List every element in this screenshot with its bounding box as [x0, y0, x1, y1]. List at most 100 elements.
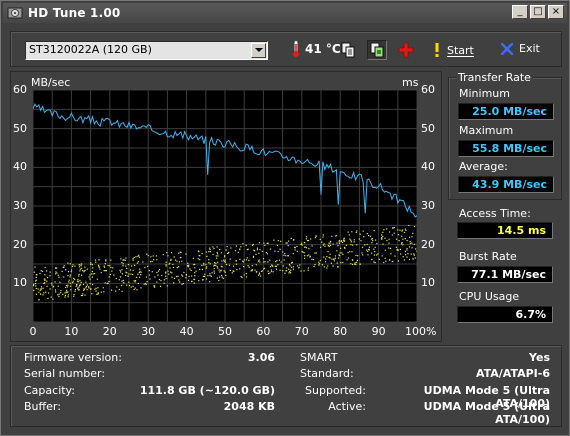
access-time-point — [308, 254, 310, 256]
access-time-point — [344, 247, 346, 249]
access-time-point — [355, 261, 358, 263]
access-time-point — [359, 233, 361, 235]
access-time-point — [160, 280, 162, 282]
access-time-point — [89, 283, 91, 285]
start-button[interactable]: Start — [433, 42, 474, 58]
access-time-point — [111, 270, 113, 272]
access-time-point — [224, 271, 226, 273]
copy-icon[interactable] — [338, 40, 358, 60]
access-time-point — [350, 241, 352, 243]
access-time-point — [89, 274, 91, 276]
access-time-point — [225, 263, 228, 266]
access-time-value: 14.5 ms — [457, 222, 553, 239]
access-time-point — [90, 288, 92, 290]
access-time-point — [223, 259, 225, 261]
access-time-point — [382, 243, 384, 245]
copy-screenshot-icon[interactable] — [367, 40, 387, 60]
access-time-point — [171, 272, 173, 274]
access-time-point — [330, 240, 332, 242]
access-time-point — [408, 258, 411, 261]
access-time-point — [329, 253, 331, 255]
title-bar[interactable]: HD Tune 1.00 _ □ × — [3, 3, 567, 23]
access-time-point — [398, 240, 400, 242]
access-time-point — [220, 252, 223, 254]
access-time-point — [33, 283, 35, 285]
access-time-point — [258, 242, 261, 244]
access-time-point — [266, 242, 268, 244]
cpu-usage-value: 6.7% — [457, 306, 553, 323]
access-time-point — [76, 283, 78, 286]
access-time-point — [239, 248, 241, 250]
drive-select[interactable]: ST3120022A (120 GB) — [25, 41, 268, 60]
access-time-point — [377, 253, 379, 255]
access-time-point — [83, 288, 85, 290]
access-time-point — [258, 274, 260, 276]
access-time-point — [94, 288, 96, 290]
access-time-point — [165, 272, 167, 274]
access-time-point — [204, 273, 206, 275]
access-time-point — [78, 266, 81, 268]
access-time-point — [148, 274, 150, 276]
access-time-point — [272, 271, 274, 273]
access-time-point — [58, 295, 60, 298]
health-cross-icon[interactable] — [396, 40, 416, 60]
access-time-point — [251, 270, 253, 272]
access-time-point — [195, 270, 197, 272]
access-time-point — [347, 257, 350, 259]
access-time-point — [273, 239, 275, 241]
access-time-point — [146, 253, 148, 255]
standard-label: Standard: — [300, 367, 354, 380]
access-time-point — [81, 274, 83, 276]
access-time-point — [279, 248, 281, 250]
access-time-point — [123, 282, 125, 284]
access-time-point — [226, 246, 228, 248]
access-time-point — [337, 266, 339, 268]
access-time-point — [80, 281, 82, 284]
maximize-button[interactable]: □ — [530, 5, 546, 19]
access-time-label: Access Time: — [459, 207, 531, 220]
access-time-point — [202, 279, 204, 281]
access-time-point — [270, 270, 273, 273]
access-time-point — [221, 260, 223, 262]
access-time-point — [182, 275, 184, 277]
access-time-point — [162, 254, 164, 256]
access-time-point — [280, 261, 282, 263]
access-time-point — [258, 252, 260, 254]
access-time-point — [134, 281, 136, 283]
access-time-point — [245, 272, 247, 275]
close-button[interactable]: × — [548, 5, 564, 19]
access-time-point — [361, 246, 364, 248]
access-time-point — [374, 246, 376, 248]
access-time-point — [81, 267, 83, 269]
access-time-point — [70, 271, 72, 273]
access-time-point — [360, 240, 362, 242]
access-time-point — [289, 271, 291, 273]
access-time-point — [205, 267, 207, 269]
access-time-point — [67, 296, 69, 298]
access-time-point — [128, 281, 130, 283]
access-time-point — [72, 282, 74, 284]
access-time-point — [178, 261, 180, 263]
access-time-point — [73, 277, 75, 279]
access-time-point — [256, 247, 258, 249]
access-time-point — [406, 240, 408, 242]
access-time-point — [77, 288, 79, 290]
access-time-point — [206, 266, 208, 268]
access-time-point — [64, 292, 66, 294]
chevron-down-icon[interactable] — [251, 43, 266, 58]
exit-button[interactable]: Exit — [501, 42, 540, 55]
access-time-point — [284, 272, 286, 274]
access-time-point — [347, 231, 349, 233]
access-time-point — [54, 281, 56, 283]
access-time-point — [173, 256, 175, 258]
access-time-point — [345, 244, 347, 246]
minimize-button[interactable]: _ — [512, 5, 528, 19]
access-time-point — [352, 244, 354, 246]
access-time-point — [111, 289, 113, 291]
access-time-point — [201, 264, 203, 266]
access-time-point — [100, 272, 102, 274]
access-time-point — [85, 285, 87, 288]
buffer-label: Buffer: — [24, 400, 61, 413]
access-time-point — [105, 270, 107, 272]
access-time-point — [221, 266, 223, 268]
